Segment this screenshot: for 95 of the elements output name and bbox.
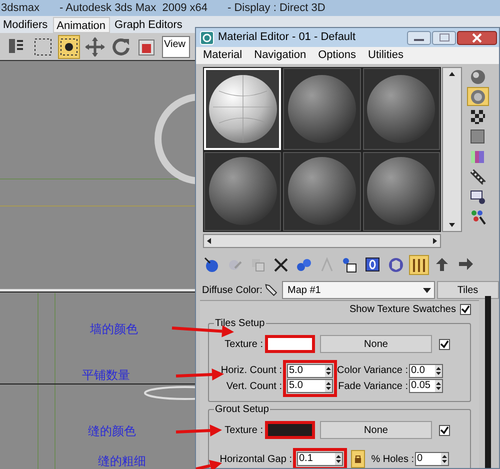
- view-dropdown[interactable]: View: [162, 36, 190, 58]
- map-button[interactable]: None: [320, 335, 432, 353]
- maximize-icon: [432, 30, 456, 44]
- close-icon: [457, 30, 497, 44]
- spinner-arrows-icon: [435, 380, 442, 392]
- checkbox[interactable]: [439, 338, 450, 350]
- sphere-icon: [469, 68, 487, 86]
- spinner-field[interactable]: 0.0: [409, 364, 443, 378]
- annotation-label: 墙的颜色: [90, 321, 138, 338]
- group-title: Tiles Setup: [214, 316, 266, 331]
- menu-item[interactable]: Material: [203, 47, 242, 64]
- menu-item[interactable]: Modifiers: [0, 16, 51, 32]
- move-icon: [85, 36, 105, 56]
- scale-icon: [137, 36, 157, 56]
- checkmark-icon: [440, 340, 449, 348]
- lock-button[interactable]: [351, 450, 365, 468]
- up-arrow-icon: [448, 70, 456, 78]
- checkbox[interactable]: [460, 304, 471, 315]
- color-swatch[interactable]: [265, 335, 315, 353]
- lock-icon: [354, 454, 362, 464]
- color-swatch[interactable]: [265, 421, 315, 439]
- film-icon: [469, 168, 487, 186]
- annotation-label: 缝的粗细: [98, 453, 146, 469]
- menu-item[interactable]: Options: [318, 47, 356, 64]
- paste-icon: [341, 256, 359, 274]
- checkbox[interactable]: [439, 424, 450, 436]
- material-id-icon: [364, 256, 382, 274]
- spinner-arrows-icon: [441, 453, 448, 465]
- menu-item[interactable]: Navigation: [254, 47, 306, 64]
- checkmark-icon: [461, 305, 470, 314]
- group-title: Grout Setup: [214, 402, 270, 417]
- arrow: [196, 460, 222, 469]
- label: Horizontal Gap :: [218, 452, 293, 466]
- menu-item[interactable]: Graph Editors: [112, 16, 186, 32]
- sphere-icon: [469, 88, 487, 106]
- sphere-icon: [206, 72, 279, 145]
- spinner-field[interactable]: 5.0: [287, 364, 333, 378]
- get-material-icon: [203, 256, 221, 274]
- map-button[interactable]: None: [320, 421, 432, 439]
- map-type-button[interactable]: Tiles: [436, 281, 499, 299]
- label: % Holes :: [370, 452, 415, 466]
- spinner-field[interactable]: 5.0: [287, 379, 333, 393]
- label: Fade Variance :: [337, 380, 409, 394]
- sphere-icon: [365, 72, 438, 145]
- menu-item[interactable]: Utilities: [368, 47, 404, 64]
- map-dropdown[interactable]: Map #1: [282, 281, 435, 299]
- toolbar-button[interactable]: [58, 34, 80, 58]
- label: Diffuse Color:: [202, 284, 264, 298]
- left-arrow-icon: [205, 237, 213, 245]
- spinner-arrows-icon: [325, 380, 332, 392]
- checkmark-icon: [440, 426, 449, 434]
- copy-icon: [249, 256, 267, 274]
- arrow: [172, 325, 234, 338]
- vertical-scrollbar[interactable]: [442, 67, 462, 232]
- window-title: 3dsmax: [1, 0, 40, 16]
- rotate-icon: [111, 36, 131, 56]
- link-icon: [295, 256, 313, 274]
- monitor-icon: [469, 188, 487, 206]
- spinner-field[interactable]: 0.05: [409, 379, 443, 393]
- spinner-field[interactable]: 0: [415, 452, 449, 466]
- spinner-arrows-icon: [435, 365, 442, 377]
- minimize-icon: [407, 30, 431, 44]
- arrow: [176, 424, 222, 437]
- bars-icon: [410, 256, 428, 274]
- spinner-arrows-icon: [335, 453, 342, 465]
- spinner-arrows-icon: [325, 365, 332, 377]
- menu-item[interactable]: Animation: [52, 16, 110, 32]
- panel-scrollbar[interactable]: [485, 296, 491, 468]
- label: Horiz. Count :: [220, 364, 283, 378]
- square-icon: [469, 128, 487, 146]
- spinner-field[interactable]: 0.1: [297, 452, 343, 466]
- down-arrow-icon: [448, 221, 456, 229]
- window-title: - Display : Direct 3D: [228, 0, 326, 16]
- label: Texture :: [224, 424, 264, 438]
- delete-icon: [272, 256, 290, 274]
- annotation-label: 平铺数量: [82, 367, 130, 384]
- horizontal-scrollbar[interactable]: [203, 234, 441, 248]
- annotation-label: 缝的颜色: [88, 423, 136, 440]
- selection-region-icon: [33, 36, 53, 56]
- pick-icon: [469, 208, 487, 226]
- app-icon: [200, 30, 214, 44]
- sphere-icon: [206, 155, 279, 228]
- sphere-icon: [286, 72, 358, 145]
- sphere-icon: [286, 155, 358, 228]
- window-title: Material Editor - 01 - Default: [218, 30, 357, 46]
- right-arrow-icon: [431, 237, 439, 245]
- window-title: - Autodesk 3ds Max 2009 x64: [60, 0, 208, 16]
- caret-icon: [422, 286, 432, 294]
- sphere-icon: [365, 155, 438, 228]
- checker-icon: [469, 108, 487, 126]
- label: Texture :: [224, 338, 264, 352]
- label: Show Texture Swatches: [349, 303, 456, 317]
- select-object-icon: [59, 36, 79, 56]
- label: Color Variance :: [337, 364, 409, 378]
- label: Vert. Count :: [225, 380, 283, 394]
